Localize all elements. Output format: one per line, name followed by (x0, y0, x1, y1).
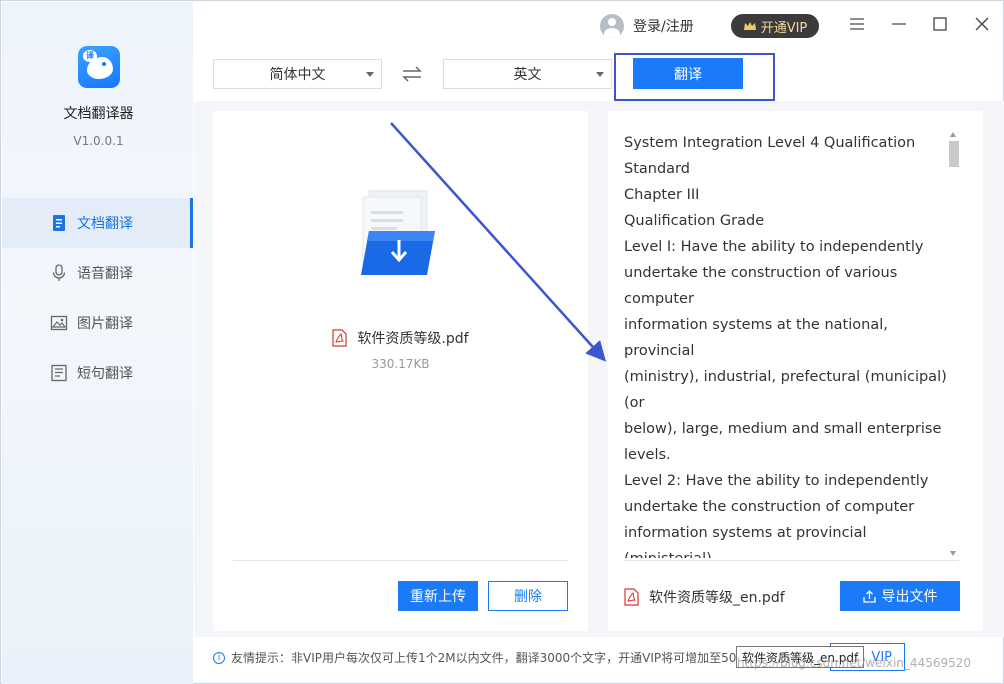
notice-bar: i 友情提示：非VIP用户每次仅可上传1个2M以内文件，翻译3000个文字，开通… (213, 649, 747, 666)
source-language-value: 简体中文 (269, 67, 326, 83)
sidebar-item-image-translate[interactable]: 图片翻译 (2, 298, 193, 348)
output-file-name: 软件资质等级_en.pdf (649, 590, 785, 606)
pdf-icon (332, 329, 348, 347)
translation-line: Standard (624, 161, 690, 177)
document-icon (53, 215, 65, 231)
sidebar-item-label: 文档翻译 (77, 216, 133, 232)
source-language-select[interactable]: 简体中文 (213, 59, 382, 89)
sidebar-item-label: 图片翻译 (77, 316, 133, 332)
chevron-down-icon (596, 72, 604, 77)
translation-line: levels. (624, 447, 671, 463)
translation-line: (ministry), industrial, prefectural (mun… (624, 369, 947, 411)
vip-label: 开通VIP (760, 20, 808, 36)
minimize-icon[interactable] (886, 11, 912, 37)
translation-line: Chapter III (624, 187, 700, 203)
scrollbar-thumb[interactable] (949, 141, 959, 167)
translation-line: information systems at the national, pro… (624, 317, 888, 359)
source-file-row: 软件资质等级.pdf (213, 328, 588, 348)
translation-line: Qualification Grade (624, 213, 765, 229)
sentence-icon (51, 364, 67, 382)
info-icon: i (213, 651, 225, 664)
scroll-down-arrow-icon[interactable] (950, 551, 956, 556)
translation-line: information systems at provincial (minis… (624, 525, 867, 558)
app-window: 译 文档翻译器 V1.0.0.1 文档翻译 语音翻译 图片翻译 短句翻译 登录/… (0, 0, 1004, 684)
export-icon (862, 589, 876, 603)
image-icon (50, 315, 68, 331)
translation-line: System Integration Level 4 Qualification (624, 135, 916, 151)
translation-line: below), large, medium and small enterpri… (624, 421, 942, 437)
output-file-row: 软件资质等级_en.pdf (624, 587, 785, 607)
translate-button[interactable]: 翻译 (633, 58, 743, 89)
open-vip-button[interactable]: 开通VIP (731, 14, 819, 38)
app-title: 文档翻译器 (63, 106, 134, 122)
export-label: 导出文件 (881, 589, 938, 605)
swap-languages-icon[interactable] (401, 65, 423, 83)
sidebar-item-voice-translate[interactable]: 语音翻译 (2, 248, 193, 298)
export-file-button[interactable]: 导出文件 (840, 581, 960, 611)
maximize-icon[interactable] (927, 11, 953, 37)
translation-line: undertake the construction of various co… (624, 265, 898, 307)
sidebar-item-label: 短句翻译 (77, 366, 133, 382)
document-upload-icon (361, 190, 435, 275)
app-version: V1.0.0.1 (73, 134, 124, 148)
sidebar: 译 文档翻译器 V1.0.0.1 文档翻译 语音翻译 图片翻译 短句翻译 (2, 2, 193, 684)
target-language-value: 英文 (513, 67, 542, 83)
sidebar-nav: 文档翻译 语音翻译 图片翻译 短句翻译 (2, 198, 193, 398)
translation-text[interactable]: System Integration Level 4 Qualification… (624, 130, 954, 558)
translation-line: undertake the construction of computer (624, 499, 915, 515)
translation-line: Level 2: Have the ability to independent… (624, 473, 929, 489)
watermark-text: https://blog.csdn.net/weixin_44569520 (737, 656, 972, 670)
pdf-icon (624, 588, 639, 606)
source-file-name: 软件资质等级.pdf (357, 331, 469, 347)
login-label: 登录/注册 (633, 19, 694, 35)
scroll-up-arrow-icon[interactable] (950, 132, 956, 137)
notice-text: 友情提示：非VIP用户每次仅可上传1个2M以内文件，翻译3000个文字，开通VI… (231, 651, 747, 665)
user-avatar-icon (600, 14, 624, 38)
chevron-down-icon (366, 72, 374, 77)
source-file-size: 330.17KB (371, 357, 430, 371)
login-register-button[interactable]: 登录/注册 (600, 14, 694, 38)
target-language-select[interactable]: 英文 (443, 59, 612, 89)
close-icon[interactable] (969, 11, 995, 37)
translation-line: Level I: Have the ability to independent… (624, 239, 924, 255)
delete-button[interactable]: 删除 (488, 581, 568, 611)
sidebar-item-document-translate[interactable]: 文档翻译 (2, 198, 193, 248)
crown-icon (743, 21, 756, 30)
reupload-button[interactable]: 重新上传 (398, 581, 478, 611)
sidebar-item-label: 语音翻译 (77, 266, 133, 282)
microphone-icon (52, 264, 66, 281)
app-logo-icon: 译 (78, 46, 120, 88)
divider (624, 560, 959, 561)
divider (233, 560, 568, 561)
sidebar-item-sentence-translate[interactable]: 短句翻译 (2, 348, 193, 398)
menu-icon[interactable] (844, 11, 870, 37)
